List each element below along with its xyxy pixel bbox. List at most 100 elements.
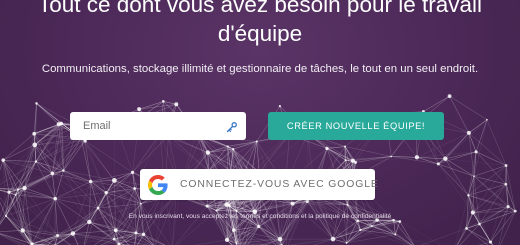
- network-node: [398, 220, 402, 223]
- network-node: [504, 164, 508, 167]
- network-node: [112, 237, 116, 241]
- network-node: [205, 204, 209, 208]
- network-link: [55, 192, 107, 199]
- network-node: [62, 169, 65, 172]
- network-node: [344, 159, 347, 162]
- network-node: [215, 209, 218, 212]
- network-link: [346, 220, 358, 244]
- network-node: [224, 202, 230, 207]
- network-node: [16, 188, 19, 191]
- network-node: [20, 228, 25, 233]
- network-node: [443, 156, 448, 161]
- network-node: [224, 237, 230, 243]
- network-link: [36, 103, 62, 124]
- network-link: [355, 156, 417, 163]
- network-node: [35, 102, 38, 105]
- hero-section: Tout ce dont vous avez besoin pour le tr…: [0, 0, 520, 245]
- network-node: [506, 205, 510, 209]
- network-link: [438, 163, 475, 177]
- network-link: [475, 151, 507, 166]
- network-node: [473, 175, 475, 178]
- network-node: [113, 228, 118, 233]
- key-icon: [226, 120, 238, 133]
- network-link: [139, 101, 164, 110]
- network-node: [53, 196, 57, 201]
- google-g-icon: [148, 174, 168, 195]
- network-node: [467, 194, 470, 197]
- headline-line-2: d'équipe: [217, 21, 303, 46]
- network-node: [141, 232, 146, 237]
- network-link: [174, 205, 208, 245]
- network-node: [104, 190, 108, 195]
- network-link: [306, 201, 334, 240]
- network-node: [255, 140, 258, 143]
- email-field-container[interactable]: [70, 112, 246, 140]
- network-node: [504, 182, 508, 186]
- network-node: [305, 199, 309, 204]
- network-link: [473, 119, 488, 177]
- network-node: [447, 94, 452, 99]
- network-link: [438, 163, 469, 196]
- network-node: [290, 201, 295, 206]
- network-node: [22, 185, 27, 191]
- network-node: [436, 162, 440, 166]
- network-node: [137, 107, 142, 112]
- network-node: [205, 150, 211, 155]
- hero-headline: Tout ce dont vous avez besoin pour le tr…: [0, 0, 520, 48]
- hero-subheadline: Communications, stockage illimité et ges…: [41, 63, 479, 75]
- network-node: [486, 118, 488, 121]
- network-node: [478, 222, 481, 226]
- network-node: [235, 209, 238, 212]
- network-link: [486, 119, 507, 166]
- network-node: [390, 155, 393, 158]
- network-node: [70, 231, 76, 236]
- network-link: [344, 146, 392, 157]
- network-node: [257, 224, 261, 229]
- google-signin-label: CONNECTEZ-VOUS AVEC GOOGLE: [180, 179, 379, 190]
- network-node: [346, 203, 349, 206]
- network-node: [466, 130, 471, 135]
- network-node: [32, 142, 38, 148]
- email-input[interactable]: [83, 120, 226, 132]
- network-node: [465, 227, 468, 230]
- network-node: [111, 178, 117, 183]
- network-link: [438, 163, 474, 213]
- headline-line-1: Tout ce dont vous avez besoin pour le tr…: [37, 0, 482, 17]
- network-node: [32, 131, 37, 136]
- network-node: [161, 100, 165, 103]
- network-node: [394, 233, 397, 236]
- network-node: [330, 236, 336, 242]
- network-link: [2, 133, 35, 161]
- network-node: [50, 171, 55, 176]
- network-node: [488, 240, 493, 244]
- network-link: [207, 141, 257, 153]
- network-node: [370, 225, 373, 228]
- network-node: [87, 219, 92, 225]
- google-signin-button[interactable]: CONNECTEZ-VOUS AVEC GOOGLE: [140, 169, 378, 200]
- network-link: [346, 204, 348, 243]
- network-node: [235, 242, 238, 244]
- network-node: [345, 241, 348, 244]
- network-link: [423, 95, 450, 112]
- network-node: [133, 187, 137, 190]
- network-node: [277, 236, 283, 242]
- network-node: [1, 158, 5, 162]
- network-node: [140, 202, 142, 205]
- network-node: [174, 102, 179, 107]
- network-node: [232, 147, 235, 151]
- network-node: [7, 190, 11, 194]
- network-link: [449, 96, 470, 134]
- create-team-button[interactable]: CRÉER NOUVELLE ÉQUIPE!: [268, 112, 444, 140]
- network-node: [59, 121, 63, 126]
- network-link: [475, 151, 507, 185]
- network-link: [193, 239, 228, 245]
- network-node: [88, 179, 93, 184]
- network-node: [474, 150, 478, 154]
- network-node: [226, 145, 229, 148]
- network-node: [14, 194, 17, 196]
- network-node: [134, 231, 138, 235]
- terms-notice: En vous inscrivant, vous acceptez les te…: [128, 213, 392, 220]
- network-node: [231, 228, 236, 232]
- network-node: [278, 105, 282, 108]
- network-node: [130, 170, 135, 175]
